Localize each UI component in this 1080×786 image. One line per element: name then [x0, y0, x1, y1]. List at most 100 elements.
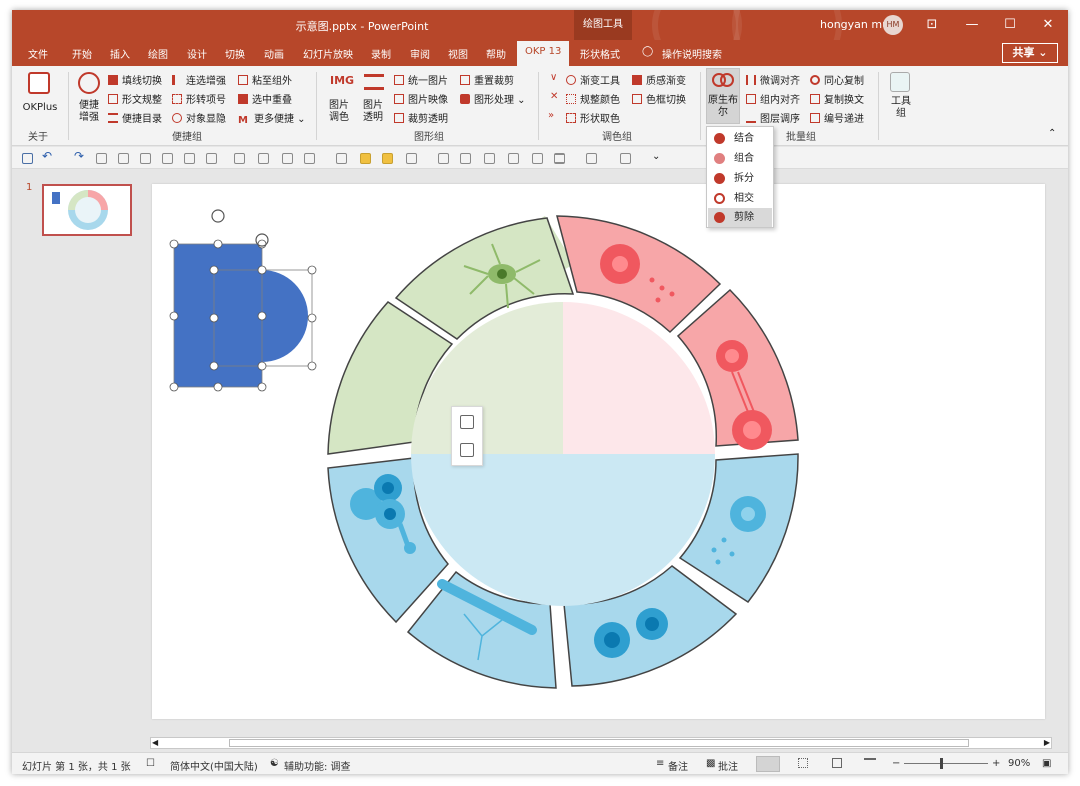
tool-icon-1[interactable] [96, 153, 107, 164]
menu-item-fragment[interactable]: 拆分 [708, 169, 772, 188]
tool-icon-9[interactable] [336, 153, 347, 164]
notes-button[interactable]: 备注 [668, 758, 688, 773]
menu-item-subtract[interactable]: 剪除 [708, 208, 772, 227]
reading-view-button[interactable] [832, 758, 842, 768]
img-icon[interactable]: IMG [330, 74, 354, 87]
image-transparent-button[interactable]: 图片 透明 [358, 100, 388, 124]
ribbon-display-icon[interactable]: ⊡ [922, 16, 942, 34]
customize-icon[interactable]: ⌄ [652, 151, 660, 162]
menu-item-intersect[interactable]: 相交 [708, 189, 772, 208]
tool-icon-6[interactable] [206, 153, 217, 164]
tool-icon-17[interactable] [532, 153, 543, 164]
tab-design[interactable]: 设计 [187, 46, 207, 61]
slideshow-button[interactable] [864, 758, 876, 768]
paste-outside-group[interactable]: 粘至组外 [238, 72, 292, 87]
horizontal-scrollbar[interactable]: ◀ ▶ [150, 737, 1052, 749]
tab-file[interactable]: 文件 [28, 46, 48, 61]
slide-thumbnail[interactable] [42, 184, 132, 236]
tab-help[interactable]: 帮助 [486, 46, 506, 61]
normal-view-button[interactable] [756, 756, 780, 772]
tool-icon-11[interactable] [382, 153, 393, 164]
fine-align[interactable]: 微调对齐 [746, 72, 800, 87]
img-transparent-icon[interactable] [364, 74, 384, 90]
scroll-left-arrow[interactable]: ◀ [152, 738, 158, 747]
eyedropper-icon[interactable] [258, 153, 269, 164]
chevron-down-double-icon[interactable]: ∨ [550, 72, 557, 83]
shape-text-normalize[interactable]: 形文规整 [108, 91, 162, 106]
tab-animations[interactable]: 动画 [264, 46, 284, 61]
zoom-slider[interactable] [904, 758, 988, 769]
shape-pick-color[interactable]: 形状取色 [566, 110, 620, 125]
tool-icon-12[interactable] [406, 153, 417, 164]
pen-icon[interactable] [586, 153, 597, 164]
language-status[interactable]: 简体中文(中国大陆) [170, 758, 258, 773]
chevron-right-double-icon[interactable]: » [548, 110, 554, 121]
tools-icon[interactable] [890, 72, 910, 92]
unify-images[interactable]: 统一图片 [394, 72, 448, 87]
scroll-right-arrow[interactable]: ▶ [1044, 738, 1050, 747]
object-visibility[interactable]: 对象显隐 [172, 110, 226, 125]
tool-icon-7[interactable] [234, 153, 245, 164]
align-shape-icon[interactable] [460, 443, 474, 457]
quick-toc[interactable]: 便捷目录 [108, 110, 162, 125]
menu-item-combine[interactable]: 组合 [708, 149, 772, 168]
fill-line-switch[interactable]: 填线切换 [108, 72, 162, 87]
zoom-in-icon[interactable]: + [992, 758, 1000, 769]
tool-icon-8[interactable] [282, 153, 293, 164]
shape-to-number[interactable]: 形转项号 [172, 91, 226, 106]
crop-transparent[interactable]: 裁剪透明 [394, 110, 448, 125]
minimize-button[interactable]: — [962, 16, 982, 34]
tools-group-button[interactable]: 工具 组 [884, 96, 918, 120]
save-icon[interactable] [22, 153, 33, 164]
tab-insert[interactable]: 插入 [110, 46, 130, 61]
shape-process[interactable]: 图形处理 ⌄ [460, 91, 526, 106]
normalize-color[interactable]: 规整颜色 [566, 91, 620, 106]
gradient-tool[interactable]: 渐变工具 [566, 72, 620, 87]
tool-icon-14[interactable] [460, 153, 471, 164]
texture-gradient[interactable]: 质感渐变 [632, 72, 686, 87]
quick-enhance-button[interactable]: 便捷 增强 [74, 100, 104, 124]
multi-select-enhance[interactable]: 连选增强 [172, 72, 226, 87]
share-button[interactable]: 共享 ⌄ [1002, 43, 1058, 63]
menu-item-union[interactable]: 结合 [708, 129, 772, 148]
tab-okp13[interactable]: OKP 13 [517, 41, 570, 66]
slide[interactable] [152, 184, 1045, 719]
reset-crop[interactable]: 重置裁剪 [460, 72, 514, 87]
zoom-out-icon[interactable]: − [892, 758, 900, 769]
tool-icon-10[interactable] [360, 153, 371, 164]
line-weight-icon[interactable] [554, 153, 565, 164]
number-increment[interactable]: 编号递进 [810, 110, 864, 125]
tab-transitions[interactable]: 切换 [225, 46, 245, 61]
boolean-button[interactable]: 原生布 尔 [706, 68, 740, 124]
scroll-thumb[interactable] [229, 739, 969, 747]
close-button[interactable]: ✕ [1038, 16, 1058, 34]
spellcheck-icon[interactable]: ☐ [146, 758, 155, 769]
tool-icon-5[interactable] [184, 153, 195, 164]
select-overlap[interactable]: 选中重叠 [238, 91, 292, 106]
tab-slideshow[interactable]: 幻灯片放映 [303, 46, 353, 61]
slide-sorter-button[interactable] [798, 758, 808, 768]
tab-draw[interactable]: 绘图 [148, 46, 168, 61]
tell-me-search[interactable]: 操作说明搜索 [662, 46, 722, 61]
tool-icon-3[interactable] [140, 153, 151, 164]
comments-button[interactable]: 批注 [718, 758, 738, 773]
collapse-ribbon-icon[interactable]: ⌃ [1048, 128, 1056, 139]
concentric-copy[interactable]: 同心复制 [810, 72, 864, 87]
okplus-button[interactable]: OKPlus [20, 102, 60, 114]
undo-icon[interactable]: ↶ [42, 149, 52, 163]
tab-home[interactable]: 开始 [72, 46, 92, 61]
image-color-button[interactable]: 图片 调色 [324, 100, 354, 124]
accessibility-status[interactable]: 辅助功能: 调查 [284, 758, 351, 773]
zoom-slider-thumb[interactable] [940, 758, 943, 769]
align-icon[interactable] [304, 153, 315, 164]
ex-icon[interactable] [78, 72, 100, 94]
group-inner-align[interactable]: 组内对齐 [746, 91, 800, 106]
swap-shape-icon[interactable] [460, 415, 474, 429]
cross-icon[interactable]: ✕ [550, 91, 558, 102]
copy-replace-text[interactable]: 复制换文 [810, 91, 864, 106]
tab-view[interactable]: 视图 [448, 46, 468, 61]
more-quick[interactable]: M 更多便捷 ⌄ [238, 110, 306, 126]
tool-icon-13[interactable] [438, 153, 449, 164]
tab-record[interactable]: 录制 [371, 46, 391, 61]
redo-icon[interactable]: ↷ [74, 149, 84, 163]
